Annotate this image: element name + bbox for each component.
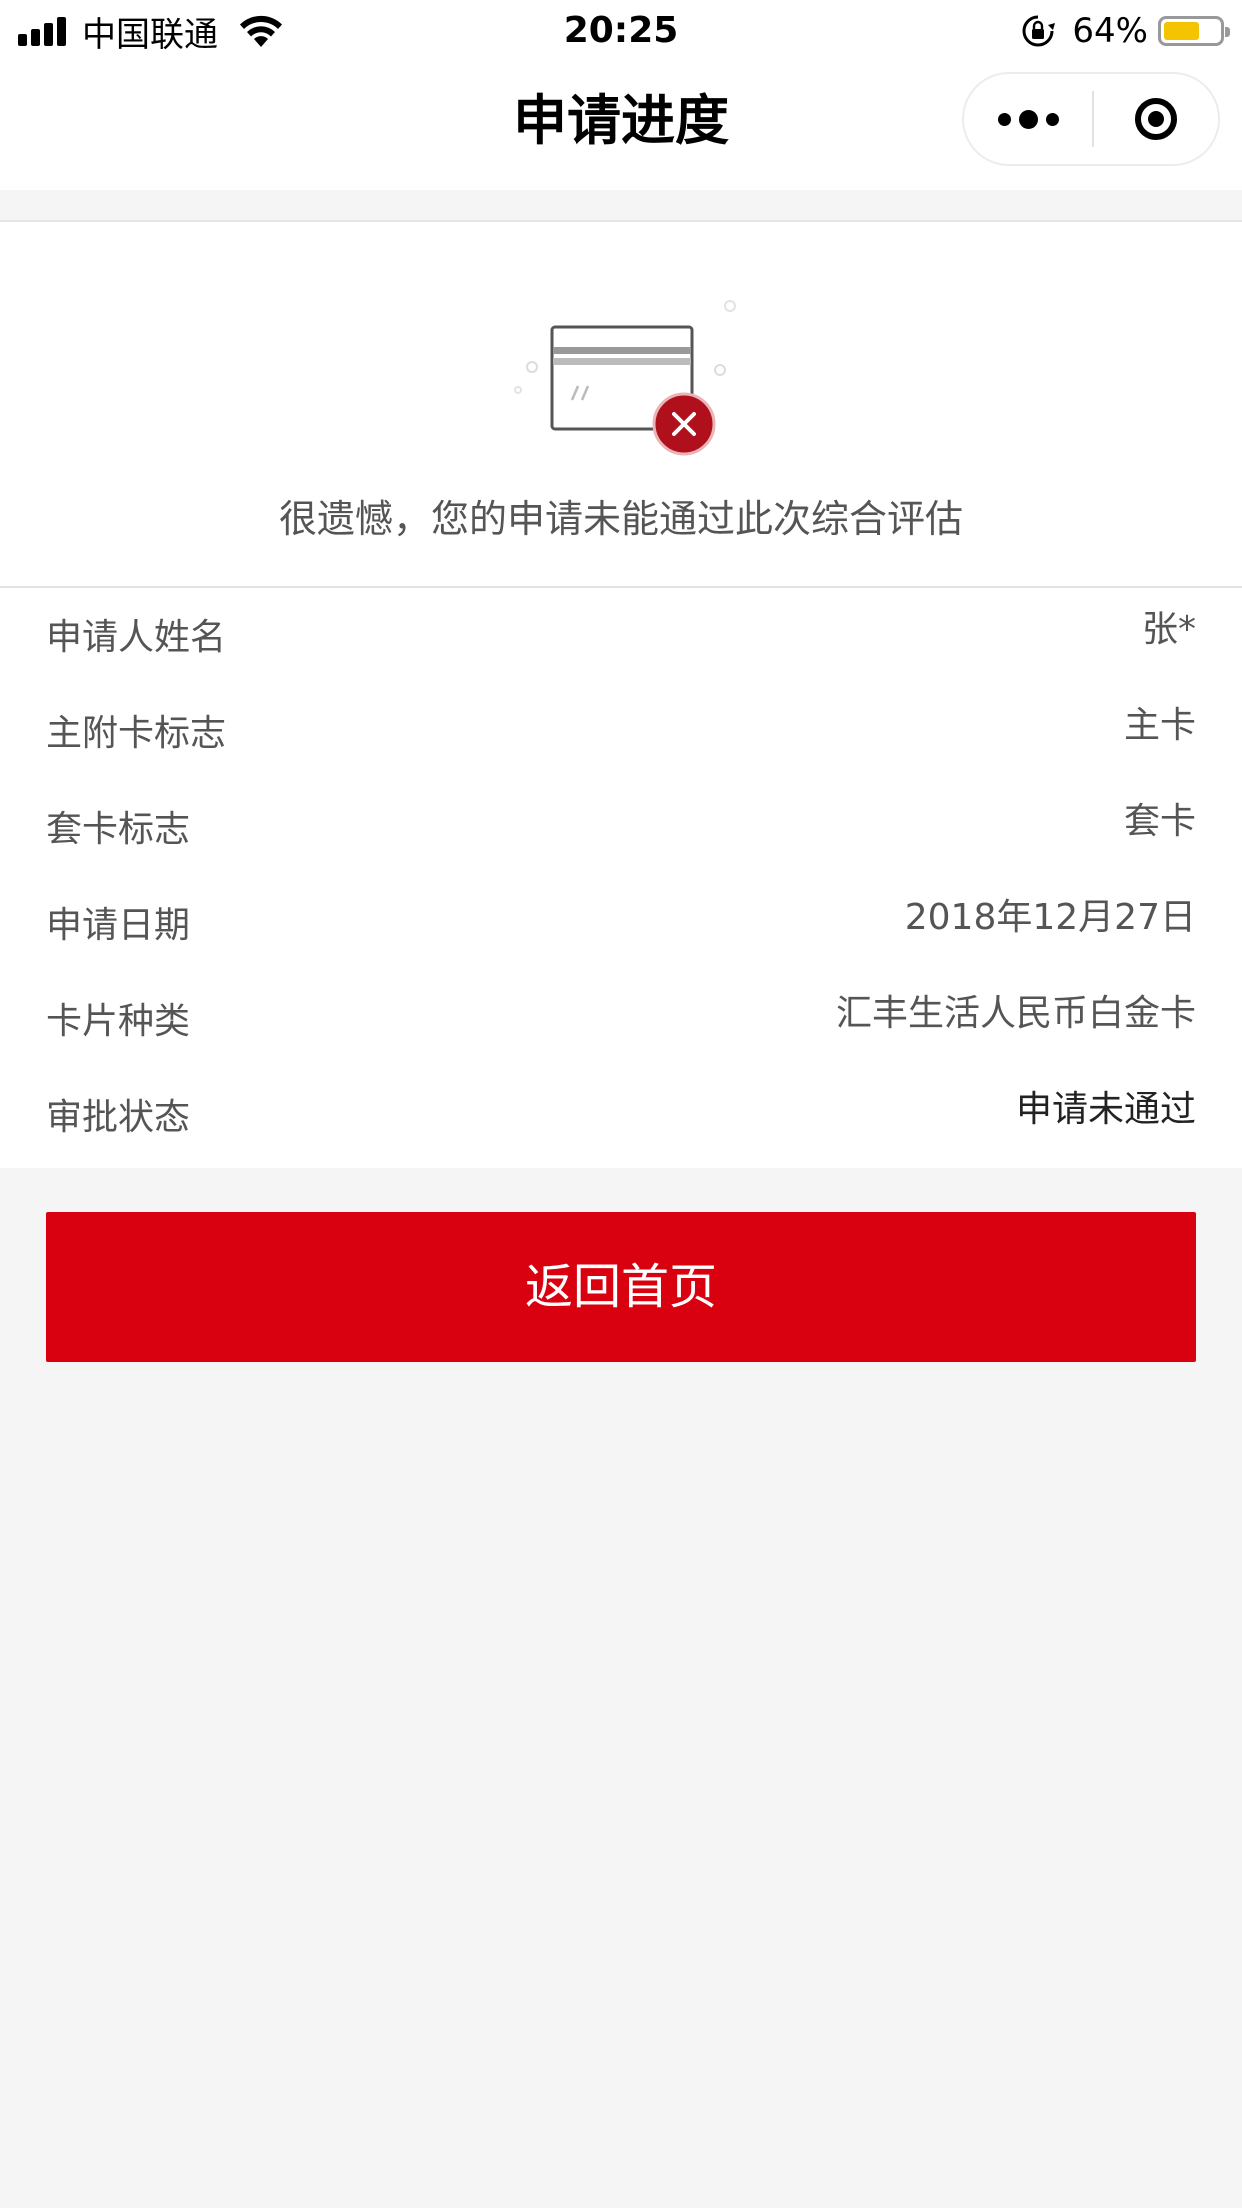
status-bar: 中国联通 20:25 64% [0,0,1242,62]
status-bar-left: 中国联通 [18,8,284,55]
info-label: 申请人姓名 [46,617,227,658]
carrier-name: 中国联通 [82,14,218,55]
info-label: 审批状态 [46,1097,191,1138]
info-value: 2018年12月27日 [904,897,1196,938]
info-value: 张* [1141,609,1196,650]
card-rejected-icon [514,300,736,456]
info-label: 主附卡标志 [46,713,227,754]
status-value: 申请未通过 [1015,1089,1196,1130]
info-label: 申请日期 [46,905,191,946]
info-row-approval-status: 审批状态 申请未通过 [0,1068,1242,1164]
return-home-button[interactable]: 返回首页 [46,1212,1196,1362]
info-row-application-date: 申请日期 2018年12月27日 [0,876,1242,972]
section-gap [0,190,1242,222]
info-row-card-category: 卡片种类 汇丰生活人民币白金卡 [0,972,1242,1068]
application-info-list: 申请人姓名 张* 主附卡标志 主卡 套卡标志 套卡 申请日期 2018年12月2… [0,588,1242,1168]
info-row-applicant-name: 申请人姓名 张* [0,588,1242,684]
target-ring [1135,98,1177,140]
wifi-icon [240,15,282,47]
result-message: 很遗憾，您的申请未能通过此次综合评估 [278,497,963,541]
info-row-card-type-flag: 主附卡标志 主卡 [0,684,1242,780]
orientation-lock-icon [1022,15,1056,47]
info-label: 卡片种类 [46,1001,191,1042]
info-value: 主卡 [1123,705,1196,746]
signal-bars-icon [18,16,70,46]
status-bar-right: 64% [1020,8,1230,54]
info-value: 汇丰生活人民币白金卡 [835,993,1196,1034]
battery-level [1164,22,1199,40]
info-row-bundle-flag: 套卡标志 套卡 [0,780,1242,876]
result-card: 很遗憾，您的申请未能通过此次综合评估 [0,222,1242,588]
battery-icon [1158,16,1230,46]
mini-program-capsule [962,72,1220,166]
nav-bar: 申请进度 [0,62,1242,190]
info-label: 套卡标志 [46,809,191,850]
battery-cap [1225,27,1230,37]
more-dots-icon[interactable] [964,74,1092,164]
info-value: 套卡 [1123,801,1196,842]
target-close-icon[interactable] [1094,74,1218,164]
target-dot [1148,111,1164,127]
battery-percent: 64% [1072,11,1148,51]
